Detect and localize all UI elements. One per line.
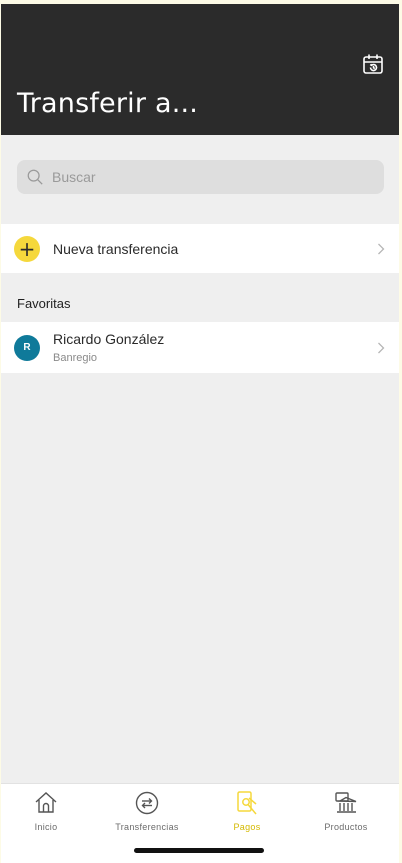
tab-label: Productos: [324, 822, 368, 832]
tab-transferencias[interactable]: Transferencias: [102, 790, 192, 834]
header: Transferir a...: [1, 4, 399, 135]
search-icon: [26, 167, 46, 187]
favorite-contact-info: Ricardo González Banregio: [53, 331, 164, 364]
favorite-contact-bank: Banregio: [53, 352, 98, 364]
scheduled-transfers-button[interactable]: [360, 51, 386, 77]
tab-label: Transferencias: [115, 822, 179, 832]
page-title: Transferir a...: [17, 88, 199, 119]
favorite-contact-name: Ricardo González: [53, 331, 165, 347]
tab-productos[interactable]: Productos: [301, 790, 391, 834]
avatar: R: [14, 334, 40, 361]
tab-inicio[interactable]: Inicio: [1, 790, 91, 834]
plus-icon: +: [14, 235, 40, 262]
tab-label: Inicio: [34, 822, 58, 832]
transfer-screen: Transferir a... + Nueva transferencia Fa…: [1, 4, 399, 863]
bank-icon: [335, 792, 357, 813]
transfer-icon: [135, 791, 159, 815]
home-icon: [35, 792, 57, 813]
favorite-contact-row[interactable]: R Ricardo González Banregio: [1, 322, 399, 373]
payments-icon: [237, 791, 257, 815]
search-input[interactable]: [52, 169, 372, 185]
calendar-history-icon: [363, 54, 383, 74]
tab-label: Pagos: [233, 822, 261, 832]
tab-pagos[interactable]: Pagos: [202, 790, 292, 834]
home-indicator: [134, 848, 264, 853]
chevron-right-icon: [378, 243, 385, 254]
new-transfer-label: Nueva transferencia: [53, 240, 179, 257]
search-bar[interactable]: [17, 160, 384, 194]
chevron-right-icon: [378, 342, 385, 353]
favorites-section-label: Favoritas: [17, 296, 71, 311]
new-transfer-row[interactable]: + Nueva transferencia: [1, 224, 399, 273]
